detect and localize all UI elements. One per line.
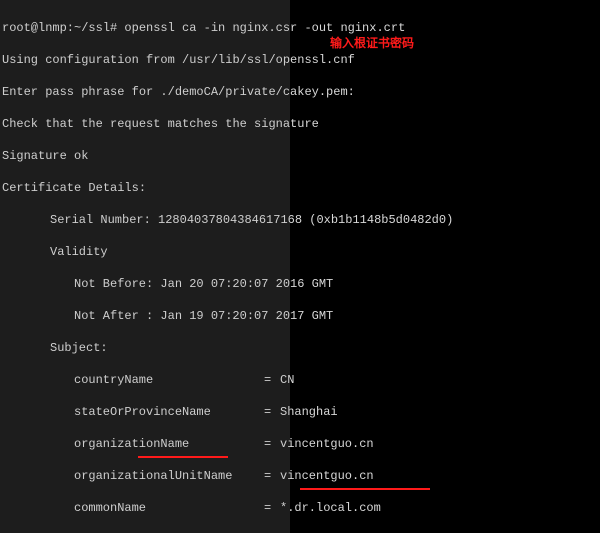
not-after-value: Jan 19 07:20:07 2017 GMT [160, 309, 333, 323]
serial-line: Serial Number: 12804037804384617168 (0xb… [2, 212, 598, 228]
not-before-value: Jan 20 07:20:07 2016 GMT [160, 277, 333, 291]
kv-sep: = [264, 468, 280, 484]
validity-label: Validity [2, 244, 598, 260]
not-before-line: Not Before: Jan 20 07:20:07 2016 GMT [2, 276, 598, 292]
kv-sep: = [264, 404, 280, 420]
subject-ou: organizationalUnitName=vincentguo.cn [2, 468, 598, 484]
serial-value: 12804037804384617168 (0xb1b1148b5d0482d0… [158, 213, 453, 227]
subject-label: Subject: [2, 340, 598, 356]
kv-sep: = [264, 436, 280, 452]
passphrase-prompt[interactable]: Enter pass phrase for ./demoCA/private/c… [2, 84, 598, 100]
kv-sep: = [264, 500, 280, 516]
terminal-output: root@lnmp:~/ssl# openssl ca -in nginx.cs… [0, 0, 600, 533]
kv-key: stateOrProvinceName [74, 404, 264, 420]
kv-val: *.dr.local.com [280, 500, 381, 516]
kv-val: CN [280, 372, 294, 388]
not-after-line: Not After : Jan 19 07:20:07 2017 GMT [2, 308, 598, 324]
subject-countryname: countryName=CN [2, 372, 598, 388]
check-line: Check that the request matches the signa… [2, 116, 598, 132]
kv-key: countryName [74, 372, 264, 388]
kv-sep: = [264, 372, 280, 388]
command-line: root@lnmp:~/ssl# openssl ca -in nginx.cs… [2, 20, 598, 36]
kv-val: Shanghai [280, 404, 338, 420]
underline-sign-icon [138, 456, 228, 458]
config-line: Using configuration from /usr/lib/ssl/op… [2, 52, 598, 68]
kv-key: commonName [74, 500, 264, 516]
kv-val: vincentguo.cn [280, 436, 374, 452]
serial-label: Serial Number: [50, 213, 158, 227]
kv-val: vincentguo.cn [280, 468, 374, 484]
underline-commit-icon [300, 488, 430, 490]
cert-details-header: Certificate Details: [2, 180, 598, 196]
subject-cn: commonName=*.dr.local.com [2, 500, 598, 516]
subject-state: stateOrProvinceName=Shanghai [2, 404, 598, 420]
not-after-label: Not After : [74, 309, 160, 323]
shell-prompt: root@lnmp:~/ssl# [2, 21, 124, 35]
subject-org: organizationName=vincentguo.cn [2, 436, 598, 452]
kv-key: organizationalUnitName [74, 468, 264, 484]
not-before-label: Not Before: [74, 277, 160, 291]
command-text: openssl ca -in nginx.csr -out nginx.crt [124, 21, 405, 35]
annotation-text: 输入根证书密码 [330, 35, 414, 51]
signature-ok: Signature ok [2, 148, 598, 164]
kv-key: organizationName [74, 436, 264, 452]
